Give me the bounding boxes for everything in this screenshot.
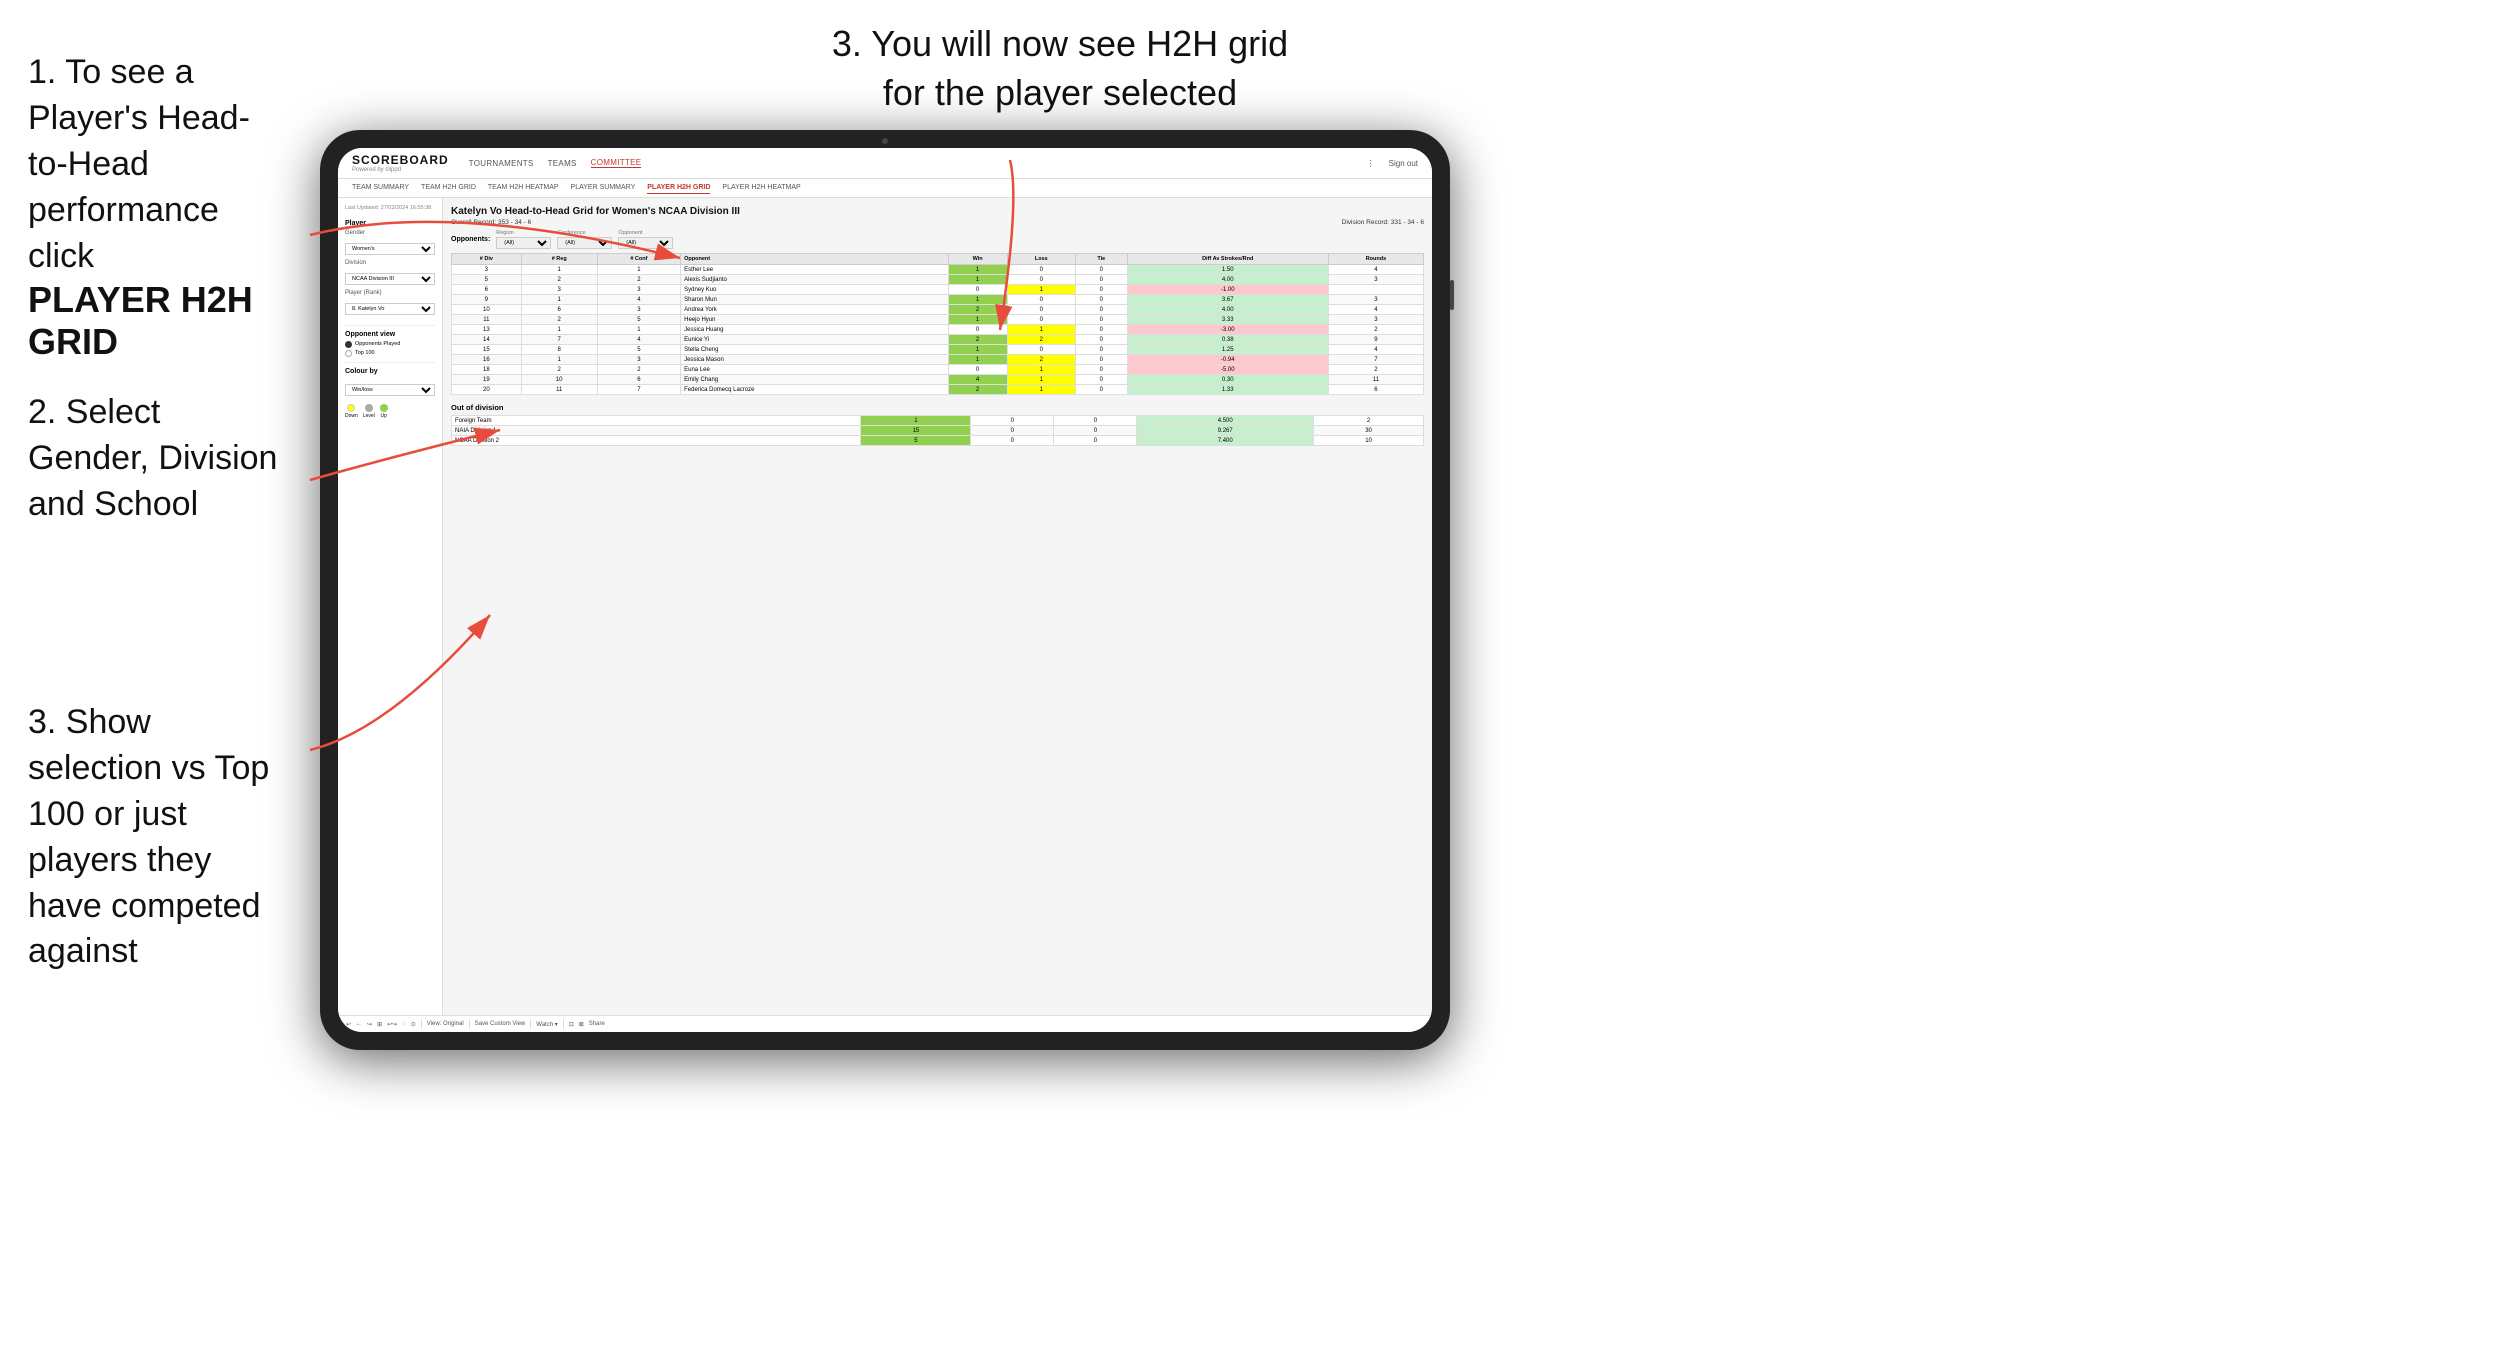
step3-right-instruction: 3. You will now see H2H grid for the pla… — [820, 20, 1300, 117]
opponent-option-top100[interactable]: Top 100 — [345, 350, 435, 357]
share-btn[interactable]: Share — [589, 1021, 605, 1027]
opponent-option-played[interactable]: Opponents Played — [345, 341, 435, 348]
toolbar-icon2[interactable]: ⊠ — [579, 1021, 584, 1028]
toolbar-refresh[interactable]: ↩↪ — [387, 1021, 397, 1028]
sign-out-btn[interactable]: Sign out — [1389, 159, 1418, 168]
opponent-view-title: Opponent view — [345, 331, 435, 338]
opponents-label: Opponents: — [451, 236, 490, 243]
table-row: 19 10 6 Emily Chang 4 1 0 0.30 11 — [452, 375, 1424, 385]
logo: SCOREBOARD Powered by clippd — [352, 153, 449, 173]
watch-btn[interactable]: Watch ▾ — [536, 1021, 557, 1028]
subnav-team-summary[interactable]: TEAM SUMMARY — [352, 182, 409, 194]
nav-tournaments[interactable]: TOURNAMENTS — [469, 159, 534, 168]
out-of-division-label: Out of division — [451, 403, 1424, 412]
legend: Down Level Up — [345, 404, 435, 419]
conference-filter[interactable]: (All) — [557, 237, 612, 249]
toolbar-back[interactable]: ← — [356, 1021, 362, 1027]
table-row: 14 7 4 Eunice Yi 2 2 0 0.38 9 — [452, 335, 1424, 345]
table-row: 20 11 7 Federica Domecq Lacroze 2 1 0 1.… — [452, 385, 1424, 395]
timestamp: Last Updated: 27/03/2024 16:55:38 — [345, 205, 435, 213]
division-select[interactable]: NCAA Division III — [345, 273, 435, 285]
view-original-btn[interactable]: View: Original — [427, 1021, 464, 1027]
step2-instruction: 2. Select Gender, Division and School — [28, 390, 282, 528]
toolbar-redo[interactable]: ↪ — [367, 1021, 372, 1028]
table-row: 18 2 2 Euna Lee 0 1 0 -5.00 2 — [452, 365, 1424, 375]
nav-committee[interactable]: COMMITTEE — [591, 158, 642, 168]
player-section-title: Player — [345, 220, 435, 227]
subnav-player-h2h-grid[interactable]: PLAYER H2H GRID — [647, 182, 710, 194]
save-custom-view-btn[interactable]: Save Custom View — [475, 1021, 526, 1027]
colour-by-title: Colour by — [345, 368, 435, 375]
out-of-division-table: Foreign Team 1 0 0 4.500 2 NAIA Division… — [451, 415, 1424, 446]
tablet-device: SCOREBOARD Powered by clippd TOURNAMENTS… — [320, 130, 1450, 1050]
nav-teams[interactable]: TEAMS — [548, 159, 577, 168]
overall-record: Overall Record: 353 - 34 - 6 — [451, 219, 531, 226]
subnav-team-h2h-grid[interactable]: TEAM H2H GRID — [421, 182, 476, 194]
grid-title: Katelyn Vo Head-to-Head Grid for Women's… — [451, 206, 1424, 217]
toolbar-icon1[interactable]: ⊡ — [569, 1021, 574, 1028]
player-rank-label: Player (Rank) — [345, 290, 435, 296]
subnav-team-h2h-heatmap[interactable]: TEAM H2H HEATMAP — [488, 182, 559, 194]
ood-table-row: Foreign Team 1 0 0 4.500 2 — [452, 416, 1424, 426]
table-row: 13 1 1 Jessica Huang 0 1 0 -3.00 2 — [452, 325, 1424, 335]
division-label: Division — [345, 260, 435, 266]
colour-by-select[interactable]: Win/loss — [345, 384, 435, 396]
app-header: SCOREBOARD Powered by clippd TOURNAMENTS… — [338, 148, 1432, 179]
table-row: 10 6 3 Andrea York 2 0 0 4.00 4 — [452, 305, 1424, 315]
subnav-player-h2h-heatmap[interactable]: PLAYER H2H HEATMAP — [722, 182, 800, 194]
main-data-table: # Div # Reg # Conf Opponent Win Loss Tie… — [451, 253, 1424, 395]
conference-label: Conference — [557, 230, 612, 236]
step1-instruction: 1. To see a Player's Head-to-Head perfor… — [28, 50, 282, 363]
table-row: 3 1 1 Esther Lee 1 0 0 1.50 4 — [452, 265, 1424, 275]
table-row: 16 1 3 Jessica Mason 1 2 0 -0.94 7 — [452, 355, 1424, 365]
toolbar-undo[interactable]: ↩ — [346, 1021, 351, 1028]
subnav-player-summary[interactable]: PLAYER SUMMARY — [571, 182, 636, 194]
toolbar-clock[interactable]: ⊙ — [411, 1021, 416, 1028]
logo-subtext: Powered by clippd — [352, 167, 449, 173]
right-panel: Katelyn Vo Head-to-Head Grid for Women's… — [443, 198, 1432, 1015]
opponent-filter[interactable]: (All) — [618, 237, 673, 249]
toolbar-grid[interactable]: ⊞ — [377, 1021, 382, 1028]
step3-right-text: 3. You will now see H2H grid for the pla… — [832, 23, 1288, 113]
left-panel: Last Updated: 27/03/2024 16:55:38 Player… — [338, 198, 443, 1015]
tablet-screen: SCOREBOARD Powered by clippd TOURNAMENTS… — [338, 148, 1432, 1032]
toolbar-circle[interactable]: ◌ — [402, 1021, 406, 1027]
table-row: 6 3 3 Sydney Kuo 0 1 0 -1.00 — [452, 285, 1424, 295]
step1-text: 1. To see a Player's Head-to-Head perfor… — [28, 53, 250, 275]
table-row: 5 2 2 Alexis Sudjianto 1 0 0 4.00 3 — [452, 275, 1424, 285]
icon-dots: ⋮ — [1367, 159, 1375, 168]
division-record: Division Record: 331 - 34 - 6 — [1342, 219, 1424, 226]
step3-left-text: 3. Show selection vs Top 100 or just pla… — [28, 703, 269, 970]
gender-select[interactable]: Women's — [345, 243, 435, 255]
bottom-toolbar: ↩ ← ↪ ⊞ ↩↪ ◌ ⊙ View: Original Save Custo… — [338, 1015, 1432, 1032]
step3-left-instruction: 3. Show selection vs Top 100 or just pla… — [28, 700, 282, 975]
opponent-filter-label: Opponent — [618, 230, 673, 236]
region-label: Region — [496, 230, 551, 236]
table-row: 9 1 4 Sharon Mun 1 0 0 3.67 3 — [452, 295, 1424, 305]
ood-table-row: NAIA Division 1 15 0 0 9.267 30 — [452, 426, 1424, 436]
player-rank-select[interactable]: 8. Katelyn Vo — [345, 303, 435, 315]
table-row: 15 8 5 Stella Cheng 1 0 0 1.25 4 — [452, 345, 1424, 355]
ood-table-row: NCAA Division 2 5 0 0 7.400 10 — [452, 436, 1424, 446]
step1-bold: PLAYER H2H GRID — [28, 279, 253, 362]
gender-label: Gender — [345, 230, 435, 236]
step2-text: 2. Select Gender, Division and School — [28, 393, 277, 523]
table-row: 11 2 5 Heejo Hyun 1 0 0 3.33 3 — [452, 315, 1424, 325]
sub-nav: TEAM SUMMARY TEAM H2H GRID TEAM H2H HEAT… — [338, 179, 1432, 198]
region-filter[interactable]: (All) — [496, 237, 551, 249]
logo-text: SCOREBOARD — [352, 153, 449, 167]
